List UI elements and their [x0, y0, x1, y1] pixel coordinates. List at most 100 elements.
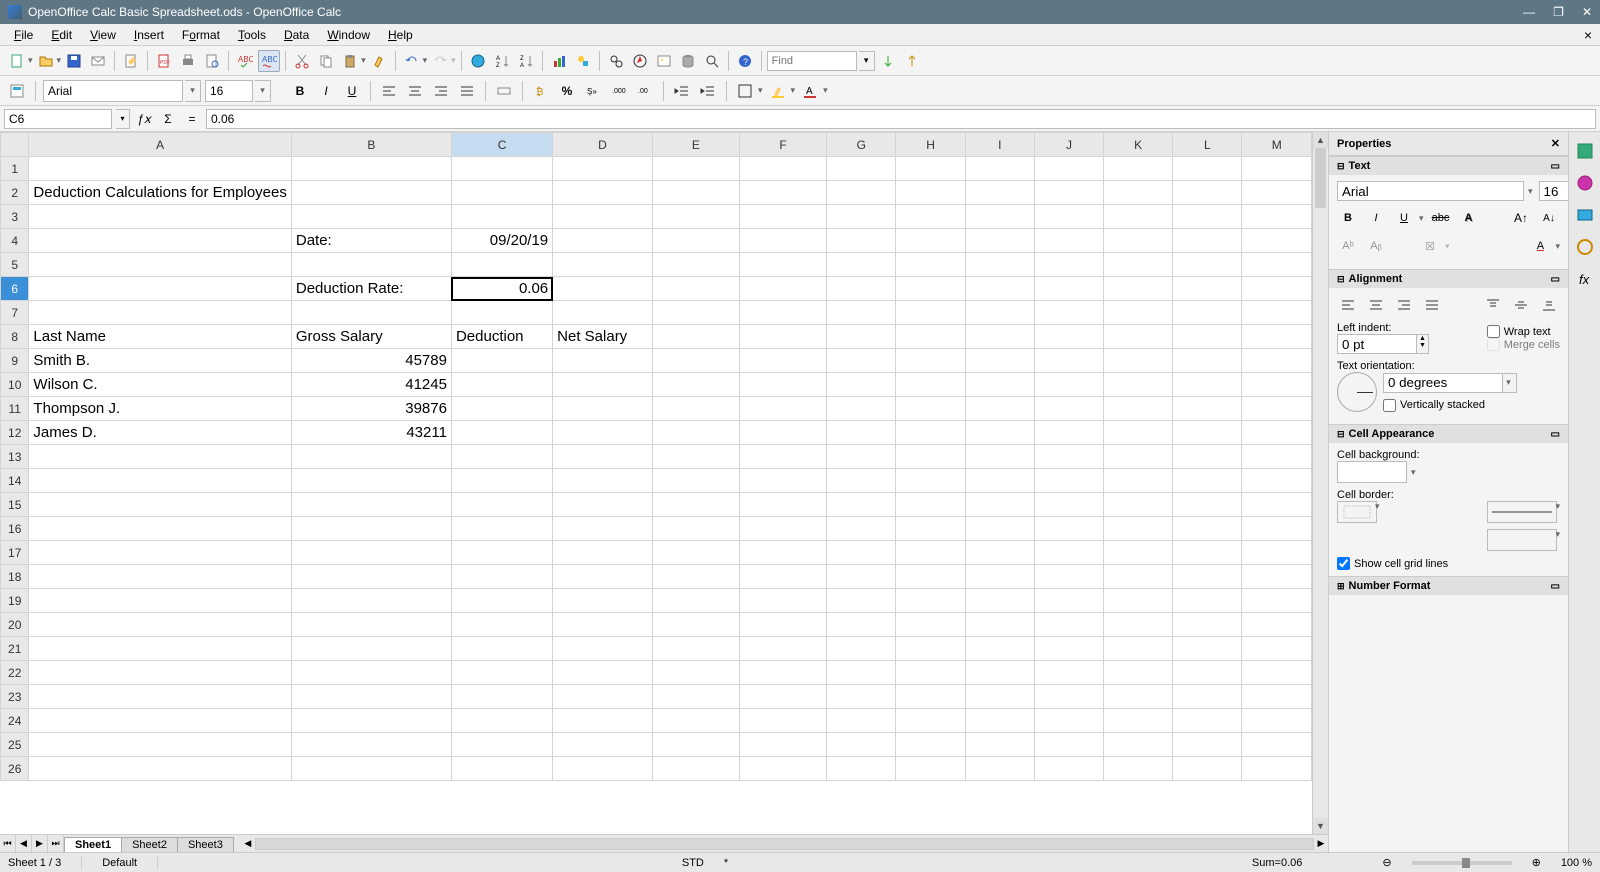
justify-button[interactable]: [456, 80, 478, 102]
cell-H7[interactable]: [896, 301, 965, 325]
cell-C15[interactable]: [451, 493, 552, 517]
cell-I4[interactable]: [965, 229, 1034, 253]
gallery-button[interactable]: [653, 50, 675, 72]
cell-B24[interactable]: [291, 709, 451, 733]
spellcheck-button[interactable]: ABC: [234, 50, 256, 72]
cell-B1[interactable]: [291, 157, 451, 181]
cell-B4[interactable]: Date:: [291, 229, 451, 253]
cell-J12[interactable]: [1034, 421, 1103, 445]
cell-L14[interactable]: [1173, 469, 1242, 493]
cell-J18[interactable]: [1034, 565, 1103, 589]
cell-H24[interactable]: [896, 709, 965, 733]
cell-C10[interactable]: [451, 373, 552, 397]
cell-B19[interactable]: [291, 589, 451, 613]
cell-D9[interactable]: [553, 349, 653, 373]
cell-J22[interactable]: [1034, 661, 1103, 685]
cut-button[interactable]: [291, 50, 313, 72]
cell-C1[interactable]: [451, 157, 552, 181]
cell-C9[interactable]: [451, 349, 552, 373]
cell-E11[interactable]: [652, 397, 739, 421]
cell-I24[interactable]: [965, 709, 1034, 733]
cell-I1[interactable]: [965, 157, 1034, 181]
sidebar-highlight[interactable]: ☒: [1419, 235, 1441, 257]
cell-G10[interactable]: [827, 373, 896, 397]
cell-L21[interactable]: [1173, 637, 1242, 661]
border-preset-button[interactable]: [1337, 501, 1377, 523]
panel-number-header[interactable]: Number Format: [1349, 580, 1431, 592]
cell-A20[interactable]: [29, 613, 291, 637]
cell-F22[interactable]: [739, 661, 826, 685]
cell-B18[interactable]: [291, 565, 451, 589]
cell-A5[interactable]: [29, 253, 291, 277]
cell-J19[interactable]: [1034, 589, 1103, 613]
cell-I3[interactable]: [965, 205, 1034, 229]
cell-F14[interactable]: [739, 469, 826, 493]
close-button[interactable]: ✕: [1582, 5, 1592, 19]
sidetab-functions[interactable]: fx: [1574, 268, 1596, 290]
cell-E2[interactable]: [652, 181, 739, 205]
cell-D8[interactable]: Net Salary: [553, 325, 653, 349]
cell-H10[interactable]: [896, 373, 965, 397]
cell-M14[interactable]: [1242, 469, 1312, 493]
sidebar-increase-font[interactable]: A↑: [1510, 207, 1532, 229]
row-header-21[interactable]: 21: [1, 637, 29, 661]
cell-H6[interactable]: [896, 277, 965, 301]
cell-K23[interactable]: [1104, 685, 1173, 709]
cell-D19[interactable]: [553, 589, 653, 613]
cell-L19[interactable]: [1173, 589, 1242, 613]
col-header-G[interactable]: G: [827, 133, 896, 157]
cell-D6[interactable]: [553, 277, 653, 301]
print-button[interactable]: [177, 50, 199, 72]
cell-F1[interactable]: [739, 157, 826, 181]
chart-button[interactable]: [548, 50, 570, 72]
cell-G22[interactable]: [827, 661, 896, 685]
cell-F4[interactable]: [739, 229, 826, 253]
bold-button[interactable]: B: [289, 80, 311, 102]
cell-A2[interactable]: Deduction Calculations for Employees: [29, 181, 291, 205]
cell-B22[interactable]: [291, 661, 451, 685]
data-sources-button[interactable]: [677, 50, 699, 72]
scroll-down-icon[interactable]: ▼: [1313, 818, 1328, 834]
row-header-15[interactable]: 15: [1, 493, 29, 517]
cell-H12[interactable]: [896, 421, 965, 445]
col-header-E[interactable]: E: [652, 133, 739, 157]
row-header-12[interactable]: 12: [1, 421, 29, 445]
col-header-L[interactable]: L: [1173, 133, 1242, 157]
cell-C20[interactable]: [451, 613, 552, 637]
cell-C25[interactable]: [451, 733, 552, 757]
cell-I13[interactable]: [965, 445, 1034, 469]
row-header-3[interactable]: 3: [1, 205, 29, 229]
col-header-J[interactable]: J: [1034, 133, 1103, 157]
sidetab-gallery[interactable]: [1574, 204, 1596, 226]
cell-F20[interactable]: [739, 613, 826, 637]
font-name-dropdown[interactable]: ▾: [185, 80, 201, 102]
cell-A18[interactable]: [29, 565, 291, 589]
align-right-button[interactable]: [430, 80, 452, 102]
cell-G23[interactable]: [827, 685, 896, 709]
cell-L15[interactable]: [1173, 493, 1242, 517]
cell-L23[interactable]: [1173, 685, 1242, 709]
cell-I2[interactable]: [965, 181, 1034, 205]
cell-A25[interactable]: [29, 733, 291, 757]
row-header-11[interactable]: 11: [1, 397, 29, 421]
cell-D11[interactable]: [553, 397, 653, 421]
cell-J14[interactable]: [1034, 469, 1103, 493]
cell-K22[interactable]: [1104, 661, 1173, 685]
cell-J15[interactable]: [1034, 493, 1103, 517]
find-prev-button[interactable]: [901, 50, 923, 72]
sidebar-close-button[interactable]: ✕: [1551, 137, 1560, 150]
cell-F16[interactable]: [739, 517, 826, 541]
row-header-10[interactable]: 10: [1, 373, 29, 397]
row-header-13[interactable]: 13: [1, 445, 29, 469]
cell-C17[interactable]: [451, 541, 552, 565]
sidebar-valign-top[interactable]: [1482, 294, 1504, 316]
horizontal-scrollbar[interactable]: ◀ ▶: [241, 835, 1328, 852]
cell-M21[interactable]: [1242, 637, 1312, 661]
row-header-6[interactable]: 6: [1, 277, 29, 301]
cell-K2[interactable]: [1104, 181, 1173, 205]
cell-D25[interactable]: [553, 733, 653, 757]
cell-H15[interactable]: [896, 493, 965, 517]
sort-asc-button[interactable]: AZ: [491, 50, 513, 72]
cell-H25[interactable]: [896, 733, 965, 757]
cell-L3[interactable]: [1173, 205, 1242, 229]
